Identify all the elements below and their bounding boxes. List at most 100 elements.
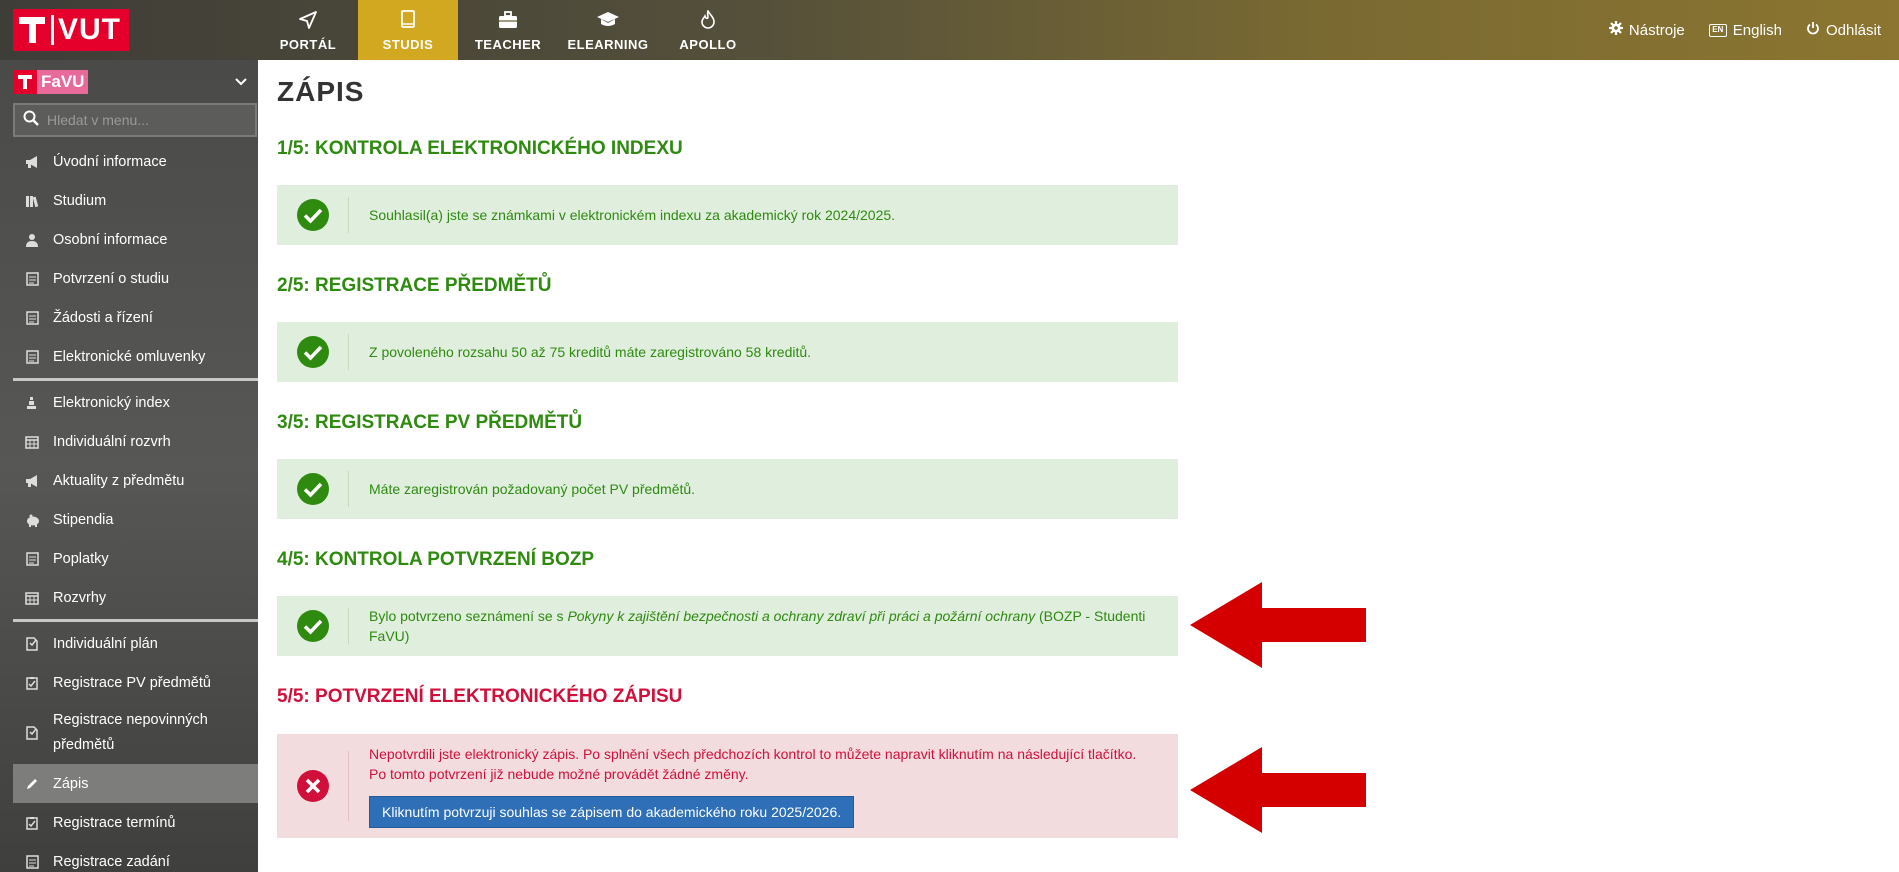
- menu-search-input[interactable]: [47, 112, 247, 128]
- vut-logo-mark: [13, 9, 51, 51]
- sidebar-item-label: Zápis: [53, 775, 89, 792]
- document-icon: [25, 271, 45, 286]
- search-icon: [23, 110, 39, 131]
- step-5-text-line-1: Nepotvrdili jste elektronický zápis. Po …: [369, 746, 1137, 762]
- nav-studis-label: STUDIS: [382, 37, 434, 52]
- step-3-heading: 3/5: REGISTRACE PV PŘEDMĚTŮ: [277, 412, 583, 433]
- tools-link[interactable]: Nástroje: [1608, 21, 1685, 39]
- sidebar-divider: [13, 619, 258, 622]
- sidebar-item-elektronicke-omluvenky[interactable]: Elektronické omluvenky: [13, 337, 258, 376]
- header-tools: Nástroje EN English Odhlásit: [1608, 0, 1881, 60]
- nav-elearning[interactable]: ELEARNING: [558, 0, 658, 60]
- nav-portal[interactable]: PORTÁL: [258, 0, 358, 60]
- calendar-icon: [25, 591, 45, 605]
- sidebar-item-label: Žádosti a řízení: [53, 309, 153, 326]
- sidebar-item-label: Úvodní informace: [53, 153, 167, 170]
- document-icon: [25, 310, 45, 325]
- nav-apollo-label: APOLLO: [679, 37, 737, 52]
- sidebar-item-individualni-plan[interactable]: Individuální plán: [13, 624, 258, 663]
- language-flag-icon: EN: [1708, 23, 1727, 37]
- document-icon: [25, 854, 45, 869]
- sidebar-item-osobni-informace[interactable]: Osobní informace: [13, 220, 258, 259]
- step-4-status-box: Bylo potvrzeno seznámení se s Pokyny k z…: [277, 596, 1178, 656]
- pencil-icon: [25, 777, 45, 791]
- check-circle-icon: [277, 197, 349, 233]
- sidebar-item-potvrzeni-o-studiu[interactable]: Potvrzení o studiu: [13, 259, 258, 298]
- document-icon: [25, 349, 45, 364]
- sidebar-item-uvodni-informace[interactable]: Úvodní informace: [13, 142, 258, 181]
- nav-studis[interactable]: STUDIS: [358, 0, 458, 60]
- step-4-heading: 4/5: KONTROLA POTVRZENÍ BOZP: [277, 549, 595, 570]
- document-icon: [25, 551, 45, 566]
- graduation-cap-icon: [596, 9, 620, 31]
- sidebar-item-poplatky[interactable]: Poplatky: [13, 539, 258, 578]
- main-nav: PORTÁL STUDIS TEACHER ELEARNING APOLLO: [258, 0, 758, 60]
- step-2-heading: 2/5: REGISTRACE PŘEDMĚTŮ: [277, 275, 552, 296]
- step-5-status-box: Nepotvrdili jste elektronický zápis. Po …: [277, 734, 1178, 838]
- clipboard-icon: [25, 676, 45, 690]
- step-4-message: Bylo potvrzeno seznámení se s Pokyny k z…: [349, 606, 1149, 646]
- confirm-enrollment-button[interactable]: Kliknutím potvrzuji souhlas se zápisem d…: [369, 796, 855, 828]
- piggy-bank-icon: [25, 513, 45, 527]
- sidebar-item-stipendia[interactable]: Stipendia: [13, 500, 258, 539]
- sidebar-item-label: Aktuality z předmětu: [53, 472, 185, 489]
- top-bar: VUT PORTÁL STUDIS TEACHER ELEARNING APOL…: [0, 0, 1899, 60]
- sidebar-item-label: Rozvrhy: [53, 589, 107, 606]
- sidebar-item-zadosti-a-rizeni[interactable]: Žádosti a řízení: [13, 298, 258, 337]
- step-3-message: Máte zaregistrován požadovaný počet PV p…: [369, 481, 696, 497]
- sidebar-item-zapis[interactable]: Zápis: [13, 764, 258, 803]
- flame-icon: [699, 9, 717, 31]
- sidebar-item-individualni-rozvrh[interactable]: Individuální rozvrh: [13, 422, 258, 461]
- sidebar-item-label: Registrace PV předmětů: [53, 674, 211, 691]
- language-switch[interactable]: EN English: [1708, 21, 1782, 39]
- sidebar-divider: [13, 378, 258, 381]
- clipboard-icon: [25, 816, 45, 830]
- megaphone-icon: [25, 155, 45, 169]
- step-5-text-line-2: Po tomto potvrzení již nebude možné prov…: [369, 766, 749, 782]
- step-1-status-box: Souhlasil(a) jste se známkami v elektron…: [277, 185, 1178, 245]
- vut-logo-text: VUT: [58, 13, 121, 46]
- logout-label: Odhlásit: [1825, 21, 1881, 39]
- gear-icon: [1608, 21, 1623, 39]
- plan-icon: [25, 636, 45, 651]
- logout-link[interactable]: Odhlásit: [1806, 21, 1881, 39]
- sidebar-item-aktuality-z-predmetu[interactable]: Aktuality z předmětu: [13, 461, 258, 500]
- tools-label: Nástroje: [1628, 21, 1685, 39]
- language-label: English: [1732, 21, 1782, 39]
- sidebar-menu: Úvodní informace Studium Osobní informac…: [13, 142, 258, 872]
- page-title: ZÁPIS: [277, 76, 365, 107]
- check-circle-icon: [277, 471, 349, 507]
- faculty-logo-icon: [13, 70, 37, 94]
- sidebar-item-elektronicky-index[interactable]: Elektronický index: [13, 383, 258, 422]
- calendar-icon: [25, 435, 45, 449]
- sidebar-item-label: Individuální plán: [53, 635, 158, 652]
- sidebar-item-rozvrhy[interactable]: Rozvrhy: [13, 578, 258, 617]
- user-icon: [25, 233, 45, 247]
- sidebar-item-label: Osobní informace: [53, 231, 168, 248]
- sidebar-item-label: Registrace termínů: [53, 814, 176, 831]
- books-icon: [25, 194, 45, 208]
- nav-portal-label: PORTÁL: [279, 37, 337, 52]
- step-5-message: Nepotvrdili jste elektronický zápis. Po …: [349, 744, 1149, 828]
- sidebar: FaVU Úvodní informace Studium Osobní inf…: [0, 60, 258, 872]
- menu-search: [13, 103, 257, 137]
- briefcase-icon: [497, 9, 519, 31]
- faculty-name: FaVU: [37, 70, 89, 94]
- nav-apollo[interactable]: APOLLO: [658, 0, 758, 60]
- sidebar-item-registrace-nepovinnych-predmetu[interactable]: Registrace nepovinných předmětů: [13, 702, 258, 764]
- faculty-selector[interactable]: FaVU: [13, 69, 257, 95]
- sidebar-item-registrace-terminu[interactable]: Registrace termínů: [13, 803, 258, 842]
- megaphone-icon: [25, 474, 45, 488]
- sidebar-item-label: Elektronické omluvenky: [53, 348, 206, 365]
- sidebar-item-studium[interactable]: Studium: [13, 181, 258, 220]
- sidebar-item-registrace-zadani[interactable]: Registrace zadání: [13, 842, 258, 872]
- sidebar-item-label: Registrace zadání: [53, 853, 170, 870]
- sidebar-item-registrace-pv-predmetu[interactable]: Registrace PV předmětů: [13, 663, 258, 702]
- bozp-document-title: Pokyny k zajištění bezpečnosti a ochrany…: [567, 608, 1036, 624]
- step-1-message: Souhlasil(a) jste se známkami v elektron…: [369, 207, 896, 223]
- check-circle-icon: [277, 608, 349, 644]
- nav-teacher[interactable]: TEACHER: [458, 0, 558, 60]
- step-2-message: Z povoleného rozsahu 50 až 75 kreditů má…: [369, 344, 812, 360]
- vut-logo[interactable]: VUT: [13, 9, 129, 51]
- red-arrow-annotation: [1190, 582, 1366, 668]
